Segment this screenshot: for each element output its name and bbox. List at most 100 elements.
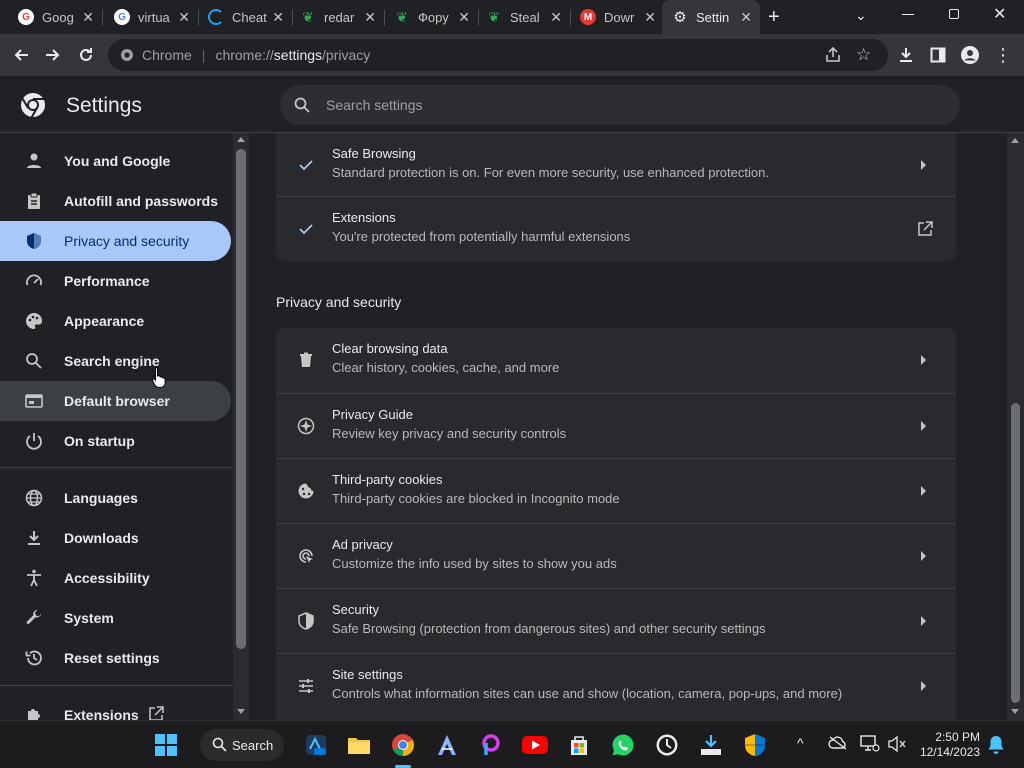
volume-muted-icon[interactable] xyxy=(887,735,907,758)
display-network-icon[interactable] xyxy=(860,735,880,758)
share-icon[interactable] xyxy=(824,46,842,67)
globe-icon xyxy=(24,488,44,508)
sidebar-scrollbar-thumb[interactable] xyxy=(236,149,246,649)
leaf-icon: ❦ xyxy=(396,8,408,25)
restore-icon[interactable] xyxy=(949,9,959,19)
sidebar-item-on-startup[interactable]: On startup xyxy=(0,421,231,461)
third-party-cookies-row[interactable]: Third-party cookies Third-party cookies … xyxy=(276,458,956,523)
tab-settings[interactable]: ⚙ Settin ✕ xyxy=(662,0,760,34)
safe-browsing-row[interactable]: Safe Browsing Standard protection is on.… xyxy=(276,133,956,198)
security-row[interactable]: Security Safe Browsing (protection from … xyxy=(276,588,956,653)
browser-toolbar: Chrome | chrome://settings/privacy ☆ ⋮ xyxy=(0,34,1024,76)
bookmark-star-icon[interactable]: ☆ xyxy=(856,45,871,65)
reload-icon[interactable] xyxy=(73,42,99,68)
forward-arrow-icon[interactable] xyxy=(40,42,66,68)
whatsapp-icon[interactable] xyxy=(609,731,637,759)
tab-title: Dowr xyxy=(604,9,635,25)
sidebar-scrollbar[interactable] xyxy=(233,133,249,720)
close-icon[interactable]: ✕ xyxy=(82,9,94,26)
ad-privacy-row[interactable]: Ad privacy Customize the info used by si… xyxy=(276,523,956,588)
menu-kebab-icon[interactable]: ⋮ xyxy=(990,42,1016,68)
row-title: Safe Browsing xyxy=(332,146,416,161)
windows-taskbar: Search ^ 2:50 PM 12/14/2023 xyxy=(0,720,1024,768)
address-bar[interactable]: Chrome | chrome://settings/privacy ☆ xyxy=(108,39,888,71)
widgets-pre-icon[interactable] xyxy=(302,731,330,759)
tab-google[interactable]: G Goog ✕ xyxy=(8,0,103,34)
windows-start-icon[interactable] xyxy=(152,731,180,759)
picsart-icon[interactable] xyxy=(477,731,505,759)
sidebar-item-autofill[interactable]: Autofill and passwords xyxy=(0,181,231,221)
chevron-up-icon[interactable]: ^ xyxy=(797,735,804,751)
close-icon[interactable]: ✕ xyxy=(458,9,470,26)
sidebar-item-extensions[interactable]: Extensions xyxy=(0,695,231,720)
clock-date: 12/14/2023 xyxy=(919,745,980,759)
tab-virtual[interactable]: G virtua ✕ xyxy=(104,0,199,34)
site-chip[interactable]: Chrome xyxy=(142,47,192,63)
sidebar-item-languages[interactable]: Languages xyxy=(0,478,231,518)
search-box[interactable] xyxy=(280,85,960,125)
tab-title: Фору xyxy=(418,9,449,25)
external-link-icon xyxy=(916,219,934,239)
divider xyxy=(0,685,233,686)
sidebar-item-performance[interactable]: Performance xyxy=(0,261,231,301)
settings-main-panel: Safe Browsing Standard protection is on.… xyxy=(249,133,1007,720)
tab-search-chevron-down-icon[interactable]: ⌄ xyxy=(855,7,867,24)
sidebar-item-label: Reset settings xyxy=(64,650,160,666)
row-subtitle: Safe Browsing (protection from dangerous… xyxy=(332,621,766,636)
clear-browsing-data-row[interactable]: Clear browsing data Clear history, cooki… xyxy=(276,328,956,393)
row-subtitle: Clear history, cookies, cache, and more xyxy=(332,360,560,375)
sidebar-item-accessibility[interactable]: Accessibility xyxy=(0,558,231,598)
close-icon[interactable]: ✕ xyxy=(550,9,562,26)
close-icon[interactable]: ✕ xyxy=(644,9,656,26)
shield-icon xyxy=(296,611,316,631)
close-icon[interactable]: ✕ xyxy=(272,9,284,26)
download-icon[interactable] xyxy=(893,42,919,68)
sidebar-item-you-and-google[interactable]: You and Google xyxy=(0,141,231,181)
speedometer-icon xyxy=(24,271,44,291)
tune-sliders-icon xyxy=(296,676,316,696)
app-a-icon[interactable] xyxy=(433,731,461,759)
tab-forum[interactable]: ❦ Фору ✕ xyxy=(384,0,479,34)
microsoft-store-icon[interactable] xyxy=(565,731,593,759)
tab-download[interactable]: M Dowr ✕ xyxy=(570,0,664,34)
chrome-taskbar-icon[interactable] xyxy=(389,731,417,759)
sidebar-item-appearance[interactable]: Appearance xyxy=(0,301,231,341)
sidebar-item-privacy-and-security[interactable]: Privacy and security xyxy=(0,221,231,261)
taskbar-search[interactable]: Search xyxy=(200,729,284,761)
site-settings-row[interactable]: Site settings Controls what information … xyxy=(276,653,956,718)
tab-cheat[interactable]: Cheat ✕ xyxy=(198,0,293,34)
sidebar-item-system[interactable]: System xyxy=(0,598,231,638)
main-scrollbar-thumb[interactable] xyxy=(1011,403,1020,703)
side-panel-icon[interactable] xyxy=(925,42,951,68)
back-arrow-icon[interactable] xyxy=(8,42,34,68)
minimize-icon[interactable] xyxy=(902,14,914,15)
new-tab-plus-icon[interactable]: + xyxy=(768,6,780,29)
chevron-right-icon xyxy=(918,155,930,175)
youtube-icon[interactable] xyxy=(521,731,549,759)
clipboard-icon xyxy=(24,191,44,211)
close-icon[interactable]: ✕ xyxy=(364,9,376,26)
window-close-icon[interactable]: ✕ xyxy=(993,4,1006,24)
search-input[interactable] xyxy=(326,97,926,113)
download-tray-icon[interactable] xyxy=(697,731,725,759)
tab-steal[interactable]: ❦ Steal ✕ xyxy=(476,0,571,34)
profile-icon[interactable] xyxy=(957,42,983,68)
clock-app-icon[interactable] xyxy=(653,731,681,759)
privacy-guide-row[interactable]: Privacy Guide Review key privacy and sec… xyxy=(276,393,956,458)
tab-redar[interactable]: ❦ redar ✕ xyxy=(290,0,385,34)
sidebar-item-reset-settings[interactable]: Reset settings xyxy=(0,638,231,678)
sidebar-item-default-browser[interactable]: Default browser xyxy=(0,381,231,421)
system-clock[interactable]: 2:50 PM 12/14/2023 xyxy=(910,730,980,760)
sidebar-item-downloads[interactable]: Downloads xyxy=(0,518,231,558)
close-icon[interactable]: ✕ xyxy=(178,9,190,26)
onedrive-offline-icon[interactable] xyxy=(828,735,848,756)
sidebar-item-search-engine[interactable]: Search engine xyxy=(0,341,231,381)
security-shield-icon[interactable] xyxy=(741,731,769,759)
row-title: Clear browsing data xyxy=(332,341,448,356)
extensions-row[interactable]: Extensions You're protected from potenti… xyxy=(276,196,956,261)
url-text[interactable]: chrome://settings/privacy xyxy=(215,47,370,63)
main-scrollbar[interactable] xyxy=(1007,133,1024,720)
file-explorer-icon[interactable] xyxy=(345,731,373,759)
notification-bell-icon[interactable] xyxy=(987,735,1005,760)
close-icon[interactable]: ✕ xyxy=(740,9,752,26)
